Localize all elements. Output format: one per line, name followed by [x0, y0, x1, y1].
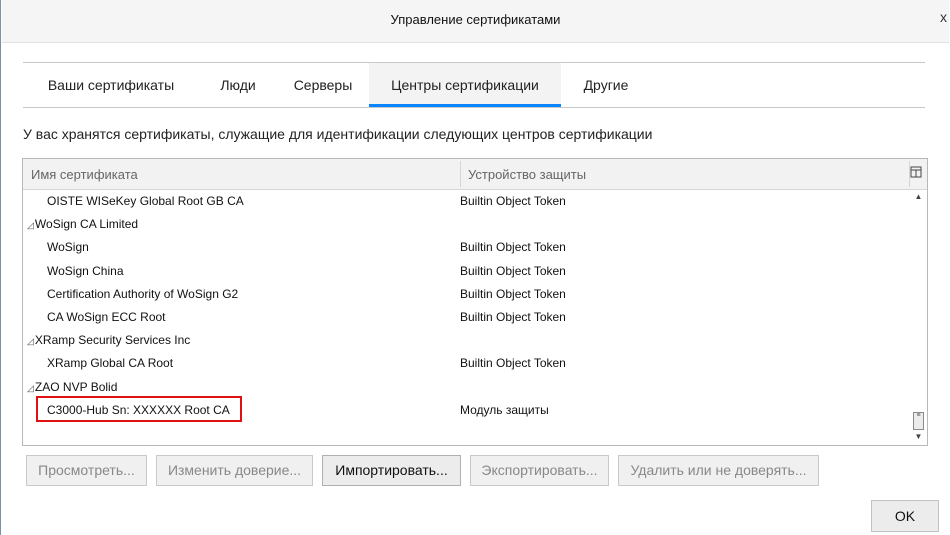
certificate-tree[interactable]: Имя сертификата Устройство защиты OISTE …: [22, 158, 928, 446]
cert-device: Builtin Object Token: [460, 194, 566, 208]
table-row-highlighted[interactable]: C3000-Hub Sn: XXXXXX Root CA Модуль защи…: [23, 395, 909, 422]
table-row[interactable]: OISTE WISeKey Global Root GB CA Builtin …: [23, 190, 909, 213]
cert-device: Builtin Object Token: [460, 356, 566, 371]
cert-device: Модуль защиты: [460, 402, 549, 417]
cert-device: Builtin Object Token: [460, 263, 566, 278]
group-name: ZAO NVP Bolid: [34, 379, 118, 394]
table-row[interactable]: WoSign China Builtin Object Token: [23, 260, 909, 283]
scroll-thumb[interactable]: ≡: [913, 412, 924, 430]
group-name: XRamp Security Services Inc: [34, 333, 191, 348]
group-row[interactable]: ◿XRamp Security Services Inc: [23, 329, 909, 352]
tab-your-certificates[interactable]: Ваши сертификаты: [23, 63, 199, 107]
table-row[interactable]: Certification Authority of WoSign G2 Bui…: [23, 283, 909, 306]
table-row[interactable]: WoSign Builtin Object Token: [23, 236, 909, 259]
ok-button[interactable]: OK: [871, 500, 939, 532]
view-button[interactable]: Просмотреть...: [26, 455, 147, 486]
cert-name: XRamp Global CA Root: [47, 356, 174, 371]
cert-name: OISTE WISeKey Global Root GB CA: [47, 194, 244, 208]
cert-name: WoSign: [47, 240, 89, 255]
table-row[interactable]: CA WoSign ECC Root Builtin Object Token: [23, 306, 909, 329]
cert-name: CA WoSign ECC Root: [47, 309, 166, 324]
column-separator[interactable]: [460, 161, 461, 187]
tab-others[interactable]: Другие: [561, 63, 651, 107]
cert-device: Builtin Object Token: [460, 240, 566, 255]
column-header-name[interactable]: Имя сертификата: [31, 167, 138, 182]
group-name: WoSign CA Limited: [34, 217, 139, 232]
column-picker-icon[interactable]: [908, 166, 924, 182]
tab-people[interactable]: Люди: [199, 63, 277, 107]
export-button[interactable]: Экспортировать...: [470, 455, 609, 486]
expanded-triangle-icon[interactable]: ◿: [27, 383, 34, 393]
cert-device: Builtin Object Token: [460, 286, 566, 301]
expanded-triangle-icon[interactable]: ◿: [27, 336, 34, 346]
scroll-up-icon[interactable]: ▲: [910, 190, 927, 204]
table-rows: OISTE WISeKey Global Root GB CA Builtin …: [23, 190, 909, 444]
expanded-triangle-icon[interactable]: ◿: [27, 220, 34, 230]
vertical-scrollbar[interactable]: ▲ ≡ ▼: [910, 190, 927, 444]
cert-name: C3000-Hub Sn: XXXXXX Root CA: [47, 402, 230, 417]
certificate-manager-window: Управление сертификатами x Ваши сертифик…: [0, 0, 949, 535]
table-header: Имя сертификата Устройство защиты: [23, 159, 927, 190]
tab-authorities[interactable]: Центры сертификации: [369, 63, 561, 107]
edit-trust-button[interactable]: Изменить доверие...: [156, 455, 313, 486]
close-icon[interactable]: x: [940, 9, 947, 25]
delete-distrust-button[interactable]: Удалить или не доверять...: [618, 455, 819, 486]
column-header-device[interactable]: Устройство защиты: [468, 167, 586, 182]
description-text: У вас хранятся сертификаты, служащие для…: [23, 126, 653, 142]
table-row[interactable]: XRamp Global CA Root Builtin Object Toke…: [23, 352, 909, 375]
cert-device: Builtin Object Token: [460, 309, 566, 324]
import-button[interactable]: Импортировать...: [322, 455, 461, 486]
title-bar: Управление сертификатами x: [2, 0, 949, 43]
tabs-bottom-divider: [23, 107, 925, 108]
tab-servers[interactable]: Серверы: [277, 63, 369, 107]
scroll-down-icon[interactable]: ▼: [910, 430, 927, 444]
cert-name: WoSign China: [47, 263, 124, 278]
cert-name: Certification Authority of WoSign G2: [47, 286, 239, 301]
tab-bar: Ваши сертификаты Люди Серверы Центры сер…: [23, 63, 925, 107]
group-row[interactable]: ◿WoSign CA Limited: [23, 213, 909, 236]
window-title: Управление сертификатами: [390, 12, 561, 27]
